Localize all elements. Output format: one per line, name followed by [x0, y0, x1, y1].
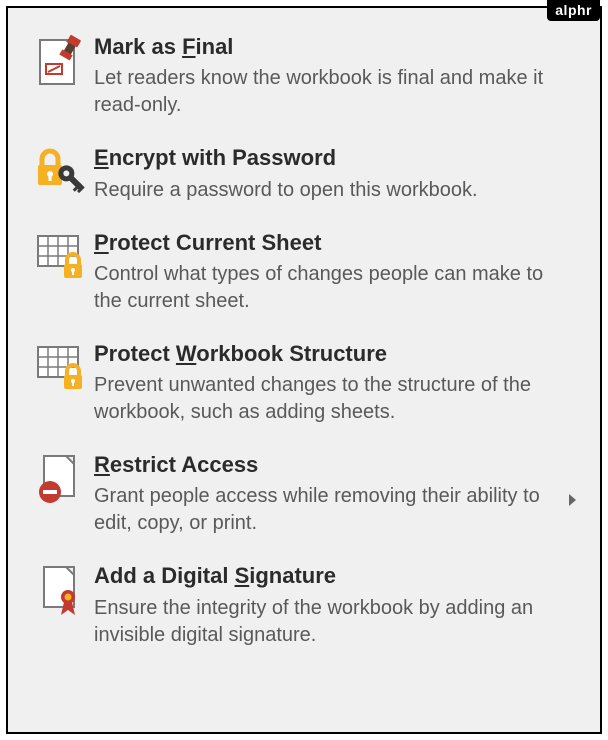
menu-item-desc: Prevent unwanted changes to the structur… — [94, 372, 562, 426]
menu-item-desc: Control what types of changes people can… — [94, 261, 562, 315]
menu-item-title: Protect Current Sheet — [94, 230, 562, 255]
protect-sheet-icon — [28, 230, 94, 284]
screenshot-frame: alphr Mark as Final — [0, 0, 608, 740]
menu-item-title: Mark as Final — [94, 34, 562, 59]
menu-item-encrypt-with-password[interactable]: Encrypt with Password Require a password… — [18, 137, 590, 221]
digital-signature-icon — [28, 563, 94, 617]
menu-item-desc: Ensure the integrity of the workbook by … — [94, 595, 562, 649]
menu-item-protect-current-sheet[interactable]: Protect Current Sheet Control what types… — [18, 222, 590, 333]
encrypt-password-icon — [28, 145, 94, 199]
menu-item-add-digital-signature[interactable]: Add a Digital Signature Ensure the integ… — [18, 555, 590, 666]
watermark: alphr — [547, 0, 600, 21]
menu-item-restrict-access[interactable]: Restrict Access Grant people access whil… — [18, 444, 590, 555]
menu-item-protect-workbook-structure[interactable]: Protect Workbook Structure Prevent unwan… — [18, 333, 590, 444]
menu-item-title: Encrypt with Password — [94, 145, 562, 170]
restrict-access-icon — [28, 452, 94, 506]
chevron-right-icon — [569, 494, 576, 506]
protect-workbook-menu: Mark as Final Let readers know the workb… — [6, 6, 602, 734]
menu-item-mark-as-final[interactable]: Mark as Final Let readers know the workb… — [18, 26, 590, 137]
menu-item-desc: Let readers know the workbook is final a… — [94, 65, 562, 119]
menu-item-title: Add a Digital Signature — [94, 563, 562, 588]
mark-as-final-icon — [28, 34, 94, 88]
menu-item-title: Restrict Access — [94, 452, 562, 477]
menu-item-title: Protect Workbook Structure — [94, 341, 562, 366]
menu-item-desc: Require a password to open this workbook… — [94, 177, 562, 204]
protect-workbook-icon — [28, 341, 94, 395]
menu-item-desc: Grant people access while removing their… — [94, 483, 562, 537]
